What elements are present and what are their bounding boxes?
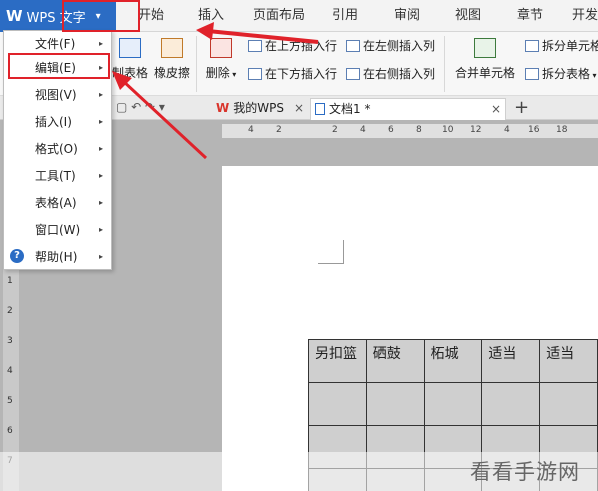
annotation-arrows — [112, 22, 319, 160]
annotation-arrow-line — [120, 78, 208, 160]
annotation-arrow-line — [207, 29, 319, 44]
watermark-text: 看看手游网 — [470, 460, 580, 484]
annotation-arrow-head — [196, 22, 214, 40]
